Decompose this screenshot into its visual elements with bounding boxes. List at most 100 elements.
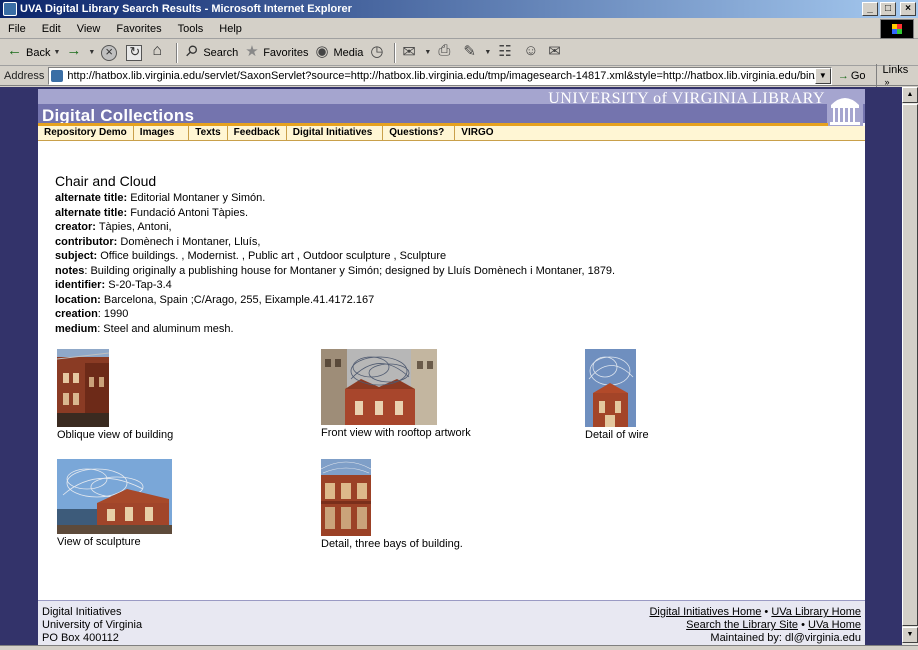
bullet-separator: • (764, 606, 769, 618)
refresh-icon (126, 44, 143, 61)
link-search-library-site[interactable]: Search the Library Site (686, 619, 798, 631)
record-title: Chair and Cloud (55, 173, 157, 189)
media-button[interactable]: Media (311, 42, 366, 64)
image-thumbnail[interactable]: View of sculpture (57, 459, 172, 548)
research-icon (522, 42, 538, 61)
nav-questions[interactable]: Questions? (383, 126, 456, 140)
messenger-button[interactable] (544, 42, 569, 64)
links-button[interactable]: Links » (875, 63, 918, 88)
nav-texts[interactable]: Texts (189, 126, 228, 140)
link-uva-library-home[interactable]: UVa Library Home (771, 606, 861, 618)
image-caption: Oblique view of building (57, 429, 174, 441)
toolbar-separator (394, 42, 397, 63)
maintained-by: Maintained by: dl@virginia.edu (710, 632, 861, 644)
rotunda-icon (827, 89, 863, 127)
back-label: Back (26, 46, 51, 59)
mail-icon (402, 42, 418, 62)
minimize-button[interactable]: _ (862, 2, 878, 16)
address-url[interactable]: http://hatbox.lib.virginia.edu/servlet/S… (67, 70, 830, 82)
history-icon (369, 42, 385, 61)
media-label: Media (333, 46, 364, 59)
field-identifier: identifier: S-20-Tap-3.4 (55, 279, 172, 291)
search-label: Search (203, 46, 239, 59)
building-photo-thumbnail[interactable] (321, 349, 437, 425)
footer-address: Digital Initiatives University of Virgin… (42, 606, 142, 645)
address-input[interactable]: http://hatbox.lib.virginia.edu/servlet/S… (48, 66, 832, 85)
image-caption: Detail of wire (585, 429, 649, 441)
menu-help[interactable]: Help (211, 23, 250, 35)
field-creation: creation: 1990 (55, 308, 129, 320)
nav-images[interactable]: Images (134, 126, 190, 140)
favorites-label: Favorites (263, 46, 309, 59)
field-location: location: Barcelona, Spain ;C/Arago, 255… (55, 293, 375, 306)
site-nav: Repository Demo Images Texts Feedback Di… (38, 126, 865, 141)
menu-view[interactable]: View (69, 23, 109, 35)
uva-library-logo[interactable]: UNIVERSITY of VIRGINIA LIBRARY (548, 90, 825, 108)
image-thumbnail[interactable]: Detail, three bays of building. (321, 459, 463, 550)
go-label: Go (850, 69, 866, 82)
search-button[interactable]: Search (181, 42, 241, 64)
vertical-scrollbar[interactable]: ▲ ▼ (902, 87, 918, 645)
close-button[interactable]: × (900, 2, 916, 16)
messenger-icon (547, 42, 563, 61)
chevron-down-icon[interactable]: ▼ (424, 49, 431, 56)
building-photo-thumbnail[interactable] (321, 459, 371, 536)
mail-button[interactable]: ▼ (399, 42, 434, 64)
scroll-down-icon[interactable]: ▼ (902, 627, 918, 643)
favorites-button[interactable]: Favorites (241, 42, 311, 64)
toolbar-separator (176, 42, 179, 63)
back-button[interactable]: Back ▼ (4, 42, 63, 64)
stop-button[interactable] (98, 42, 123, 64)
image-caption: View of sculpture (57, 536, 141, 548)
image-thumbnail[interactable]: Front view with rooftop artwork (321, 349, 471, 439)
go-arrow-icon (838, 70, 851, 82)
discuss-button[interactable] (494, 42, 519, 64)
field-alternate-title: alternate title: Editorial Montaner y Si… (55, 192, 266, 204)
print-button[interactable] (434, 42, 459, 64)
favorites-icon (244, 42, 260, 61)
building-photo-thumbnail[interactable] (57, 349, 109, 427)
nav-repository-demo[interactable]: Repository Demo (38, 126, 134, 140)
scroll-thumb[interactable] (902, 104, 918, 626)
stop-icon (101, 44, 118, 61)
chevron-right-icon: » (884, 76, 890, 87)
image-thumbnail[interactable]: Detail of wire (585, 349, 649, 441)
menu-file[interactable]: File (0, 23, 34, 35)
edit-button[interactable]: ▼ (459, 42, 494, 64)
status-bar (0, 645, 918, 650)
menu-edit[interactable]: Edit (34, 23, 69, 35)
nav-digital-initiatives[interactable]: Digital Initiatives (287, 126, 384, 140)
link-digital-initiatives-home[interactable]: Digital Initiatives Home (649, 606, 761, 618)
chevron-down-icon[interactable]: ▼ (88, 49, 95, 56)
forward-button[interactable]: ▼ (63, 42, 98, 64)
menu-bar: File Edit View Favorites Tools Help (0, 19, 918, 39)
page-icon (51, 69, 64, 82)
link-uva-home[interactable]: UVa Home (808, 619, 861, 631)
standard-toolbar: Back ▼ ▼ Search Favorites Media ▼ ▼ (0, 40, 918, 66)
scroll-up-icon[interactable]: ▲ (902, 87, 918, 103)
edit-icon (462, 42, 478, 61)
building-photo-thumbnail[interactable] (585, 349, 636, 427)
window-title: UVA Digital Library Search Results - Mic… (20, 3, 352, 15)
print-icon (437, 42, 453, 61)
research-button[interactable] (519, 42, 544, 64)
web-page: Digital Collections UNIVERSITY of VIRGIN… (38, 89, 865, 645)
maximize-button[interactable]: □ (880, 2, 896, 16)
building-photo-thumbnail[interactable] (57, 459, 172, 534)
image-thumbnail[interactable]: Oblique view of building (57, 349, 173, 441)
home-button[interactable] (148, 42, 173, 64)
nav-virgo[interactable]: VIRGO (455, 126, 499, 140)
chevron-down-icon[interactable]: ▼ (53, 49, 60, 56)
history-button[interactable] (366, 42, 391, 64)
go-button[interactable]: Go (832, 70, 872, 82)
menu-tools[interactable]: Tools (170, 23, 212, 35)
field-notes: notes: Building originally a publishing … (55, 264, 616, 277)
window-title-bar: UVA Digital Library Search Results - Mic… (0, 0, 918, 18)
refresh-button[interactable] (123, 42, 148, 64)
address-dropdown-icon[interactable]: ▼ (814, 67, 831, 84)
back-arrow-icon (7, 42, 23, 61)
menu-favorites[interactable]: Favorites (108, 23, 169, 35)
chevron-down-icon[interactable]: ▼ (484, 49, 491, 56)
nav-feedback[interactable]: Feedback (228, 126, 287, 140)
address-bar: Address http://hatbox.lib.virginia.edu/s… (0, 63, 918, 88)
